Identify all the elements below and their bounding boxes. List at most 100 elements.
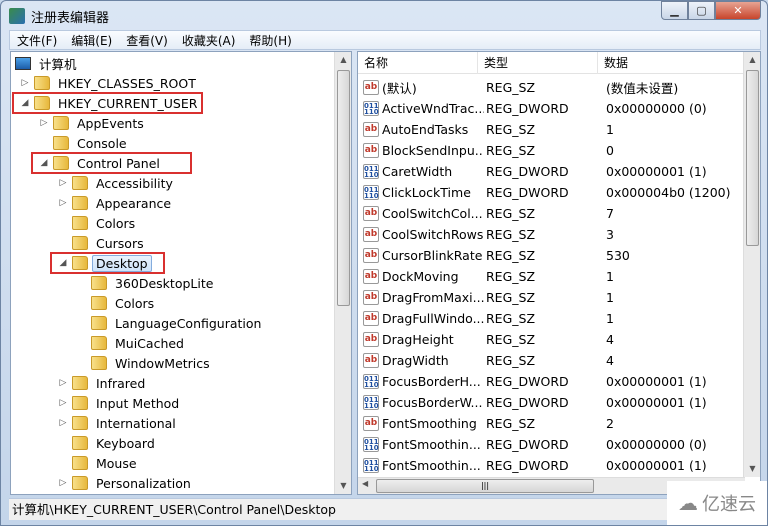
- list-item[interactable]: 011 110 CaretWidth REG_DWORD 0x00000001 (1): [358, 161, 744, 182]
- tree-node[interactable]: ▷ HKEY_CLASSES_ROOT: [22, 73, 200, 93]
- value-name: AutoEndTasks: [382, 122, 469, 137]
- regedit-window: 注册表编辑器 ▁ ▢ ✕ 文件(F) 编辑(E) 查看(V) 收藏夹(A) 帮助…: [0, 0, 768, 526]
- list-item[interactable]: ab DragFullWindo... REG_SZ 1: [358, 308, 744, 329]
- list-item[interactable]: 011 110 FocusBorderH... REG_DWORD 0x00000001…: [358, 371, 744, 392]
- tree-node-label: 360DesktopLite: [115, 275, 214, 291]
- collapse-arrow-icon[interactable]: ◢: [10, 58, 11, 68]
- value-data: 0x00000000 (0): [606, 101, 707, 116]
- list-item[interactable]: 011 110 FocusBorderW... REG_DWORD 0x00000001…: [358, 392, 744, 413]
- tree-node[interactable]: Cursors: [72, 233, 148, 253]
- tree-node[interactable]: ▷ Infrared: [60, 373, 149, 393]
- tree-node-label: International: [96, 415, 176, 431]
- folder-icon: [72, 376, 88, 390]
- value-name: FontSmoothin...: [382, 458, 481, 473]
- value-data: 0x000004b0 (1200): [606, 185, 731, 200]
- minimize-button[interactable]: ▁: [661, 1, 688, 20]
- scroll-down-arrow[interactable]: ▼: [335, 478, 351, 494]
- binary-value-icon: 011 110: [363, 395, 379, 410]
- list-item[interactable]: ab AutoEndTasks REG_SZ 1: [358, 119, 744, 140]
- list-vscrollbar[interactable]: ▲ ▼: [743, 52, 760, 477]
- tree-node[interactable]: Colors: [91, 293, 158, 313]
- string-value-icon: ab: [363, 269, 379, 284]
- value-type: REG_SZ: [486, 332, 536, 347]
- scroll-down-arrow[interactable]: ▼: [744, 461, 760, 477]
- tree-node[interactable]: 360DesktopLite: [91, 273, 217, 293]
- list-item[interactable]: ab CoolSwitchRows REG_SZ 3: [358, 224, 744, 245]
- scroll-up-arrow[interactable]: ▲: [335, 52, 351, 68]
- maximize-button[interactable]: ▢: [688, 1, 715, 20]
- tree-node[interactable]: ▷ Appearance: [60, 193, 175, 213]
- tree-node[interactable]: Mouse: [72, 453, 141, 473]
- value-list[interactable]: 名称 类型 数据 ▲ ▼ ◀ ||| ab (默认) REG_SZ (数值未设置) 01…: [357, 51, 761, 495]
- menu-favorites[interactable]: 收藏夹(A): [175, 32, 243, 49]
- value-type: REG_SZ: [486, 80, 536, 95]
- list-item[interactable]: ab CursorBlinkRate REG_SZ 530: [358, 245, 744, 266]
- list-item[interactable]: ab BlockSendInpu... REG_SZ 0: [358, 140, 744, 161]
- list-item[interactable]: ab DragHeight REG_SZ 4: [358, 329, 744, 350]
- scroll-thumb[interactable]: [746, 70, 759, 246]
- value-type: REG_SZ: [486, 269, 536, 284]
- expand-arrow-icon[interactable]: ▷: [58, 478, 68, 488]
- list-item[interactable]: 011 110 FontSmoothin... REG_DWORD 0x00000001…: [358, 455, 744, 476]
- list-item[interactable]: ab CoolSwitchCol... REG_SZ 7: [358, 203, 744, 224]
- close-button[interactable]: ✕: [715, 1, 761, 20]
- tree-node-label: Cursors: [96, 235, 144, 251]
- menu-bar: 文件(F) 编辑(E) 查看(V) 收藏夹(A) 帮助(H): [9, 30, 761, 50]
- value-data: 0: [606, 143, 614, 158]
- string-value-icon: ab: [363, 80, 379, 95]
- menu-view[interactable]: 查看(V): [119, 32, 175, 49]
- column-data[interactable]: 数据: [598, 52, 745, 74]
- value-name: CoolSwitchRows: [382, 227, 484, 242]
- binary-value-icon: 011 110: [363, 437, 379, 452]
- tree-node[interactable]: Console: [53, 133, 131, 153]
- binary-value-icon: 011 110: [363, 458, 379, 473]
- list-item[interactable]: ab DragWidth REG_SZ 4: [358, 350, 744, 371]
- scroll-left-arrow[interactable]: ◀: [362, 479, 368, 488]
- tree-node[interactable]: WindowMetrics: [91, 353, 214, 373]
- tree-scrollbar[interactable]: ▲ ▼: [334, 52, 351, 494]
- tree-node-label: Colors: [115, 295, 155, 311]
- tree-node[interactable]: Colors: [72, 213, 139, 233]
- value-name: CursorBlinkRate: [382, 248, 483, 263]
- tree-node[interactable]: ▷ Input Method: [60, 393, 183, 413]
- tree-node[interactable]: LanguageConfiguration: [91, 313, 265, 333]
- list-item[interactable]: 011 110 ClickLockTime REG_DWORD 0x000004b0 (…: [358, 182, 744, 203]
- list-item[interactable]: 011 110 ActiveWndTrac... REG_DWORD 0x0000000…: [358, 98, 744, 119]
- menu-help[interactable]: 帮助(H): [242, 32, 298, 49]
- expand-arrow-icon[interactable]: ▷: [39, 118, 49, 128]
- menu-file[interactable]: 文件(F): [10, 32, 64, 49]
- tree-node[interactable]: ▷ Accessibility: [60, 173, 177, 193]
- list-item[interactable]: ab FontSmoothing REG_SZ 2: [358, 413, 744, 434]
- tree-node[interactable]: ▷ Personalization: [60, 473, 195, 493]
- value-name: DragHeight: [382, 332, 454, 347]
- tree-node[interactable]: ◢计算机: [15, 53, 81, 73]
- key-tree[interactable]: ▲ ▼ ◢计算机▷HKEY_CLASSES_ROOT◢HKEY_CURRENT_…: [10, 51, 352, 495]
- list-item[interactable]: ab (默认) REG_SZ (数值未设置): [358, 77, 744, 98]
- expand-arrow-icon[interactable]: ▷: [58, 178, 68, 188]
- tree-node[interactable]: Keyboard: [72, 433, 159, 453]
- tree-node[interactable]: ▷ International: [60, 413, 180, 433]
- tree-node[interactable]: MuiCached: [91, 333, 188, 353]
- column-name[interactable]: 名称: [358, 52, 478, 74]
- scroll-thumb[interactable]: |||: [376, 479, 594, 493]
- folder-icon: [72, 216, 88, 230]
- expand-arrow-icon[interactable]: ▷: [20, 78, 30, 88]
- list-item[interactable]: ab DragFromMaxi... REG_SZ 1: [358, 287, 744, 308]
- window-controls: ▁ ▢ ✕: [661, 1, 761, 20]
- expand-arrow-icon[interactable]: ▷: [58, 418, 68, 428]
- menu-edit[interactable]: 编辑(E): [64, 32, 119, 49]
- column-type[interactable]: 类型: [478, 52, 598, 74]
- value-name: (默认): [382, 81, 417, 96]
- tree-node[interactable]: ▷ AppEvents: [41, 113, 148, 133]
- list-item[interactable]: 011 110 FontSmoothin... REG_DWORD 0x00000000…: [358, 434, 744, 455]
- highlight-box: [12, 92, 204, 114]
- list-item[interactable]: ab DockMoving REG_SZ 1: [358, 266, 744, 287]
- status-bar: 计算机\HKEY_CURRENT_USER\Control Panel\Desk…: [9, 498, 761, 520]
- expand-arrow-icon[interactable]: ▷: [58, 378, 68, 388]
- tree-node-label: Infrared: [96, 375, 146, 391]
- scroll-thumb[interactable]: [337, 70, 350, 306]
- value-type: REG_SZ: [486, 311, 536, 326]
- scroll-up-arrow[interactable]: ▲: [744, 52, 760, 68]
- expand-arrow-icon[interactable]: ▷: [58, 198, 68, 208]
- expand-arrow-icon[interactable]: ▷: [58, 398, 68, 408]
